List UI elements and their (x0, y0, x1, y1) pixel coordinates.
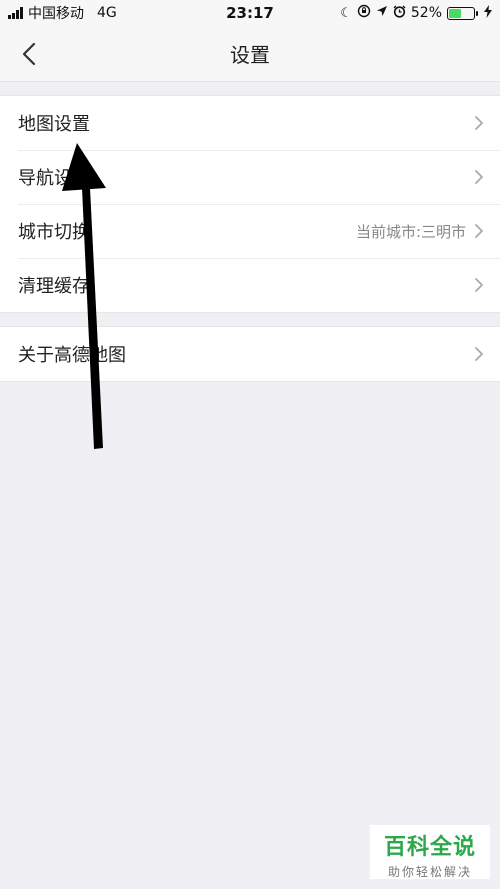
signal-icon (8, 7, 23, 19)
settings-row[interactable]: 导航设置 (0, 150, 500, 204)
settings-list: 地图设置导航设置城市切换 当前城市:三明市清理缓存关于高德地图 (0, 95, 500, 382)
rotation-lock-icon (357, 4, 371, 22)
chevron-right-icon (474, 169, 484, 185)
carrier-label: 中国移动 (28, 6, 84, 22)
page-title: 设置 (230, 43, 270, 67)
status-bar: 中国移动 4G 23:17 ☾ 52% (0, 0, 500, 26)
settings-row[interactable]: 城市切换 当前城市:三明市 (0, 204, 500, 258)
settings-row[interactable]: 清理缓存 (0, 258, 500, 312)
alarm-icon (393, 5, 406, 22)
location-icon (376, 5, 388, 21)
chevron-right-icon (474, 115, 484, 131)
settings-row-label: 关于高德地图 (18, 345, 126, 366)
battery-fill (449, 8, 462, 18)
settings-row[interactable]: 地图设置 (0, 96, 500, 150)
back-button[interactable] (14, 38, 44, 70)
charging-icon (484, 4, 492, 22)
settings-row-label: 地图设置 (18, 114, 90, 135)
chevron-right-icon (474, 346, 484, 362)
settings-row-label: 导航设置 (18, 168, 90, 189)
chevron-right-icon (474, 277, 484, 293)
status-right: ☾ 52% (340, 4, 492, 22)
watermark: 百科全说 助你轻松解决 (370, 825, 490, 879)
battery-percent: 52% (410, 5, 442, 21)
chevron-left-icon (22, 42, 36, 66)
settings-row-label: 清理缓存 (18, 276, 90, 297)
settings-row-detail: 当前城市:三明市 (355, 222, 466, 241)
watermark-title: 百科全说 (383, 835, 476, 860)
settings-group: 地图设置导航设置城市切换 当前城市:三明市清理缓存 (0, 95, 500, 313)
chevron-right-icon (474, 223, 484, 239)
status-left: 中国移动 4G (8, 3, 117, 23)
settings-row[interactable]: 关于高德地图 (0, 327, 500, 381)
network-label: 4G (97, 5, 117, 21)
watermark-subtitle: 助你轻松解决 (387, 865, 472, 879)
moon-icon: ☾ (340, 5, 352, 21)
settings-row-label: 城市切换 (18, 222, 90, 243)
navigation-bar: 设置 (0, 26, 500, 82)
settings-group: 关于高德地图 (0, 326, 500, 382)
battery-icon (447, 6, 478, 20)
